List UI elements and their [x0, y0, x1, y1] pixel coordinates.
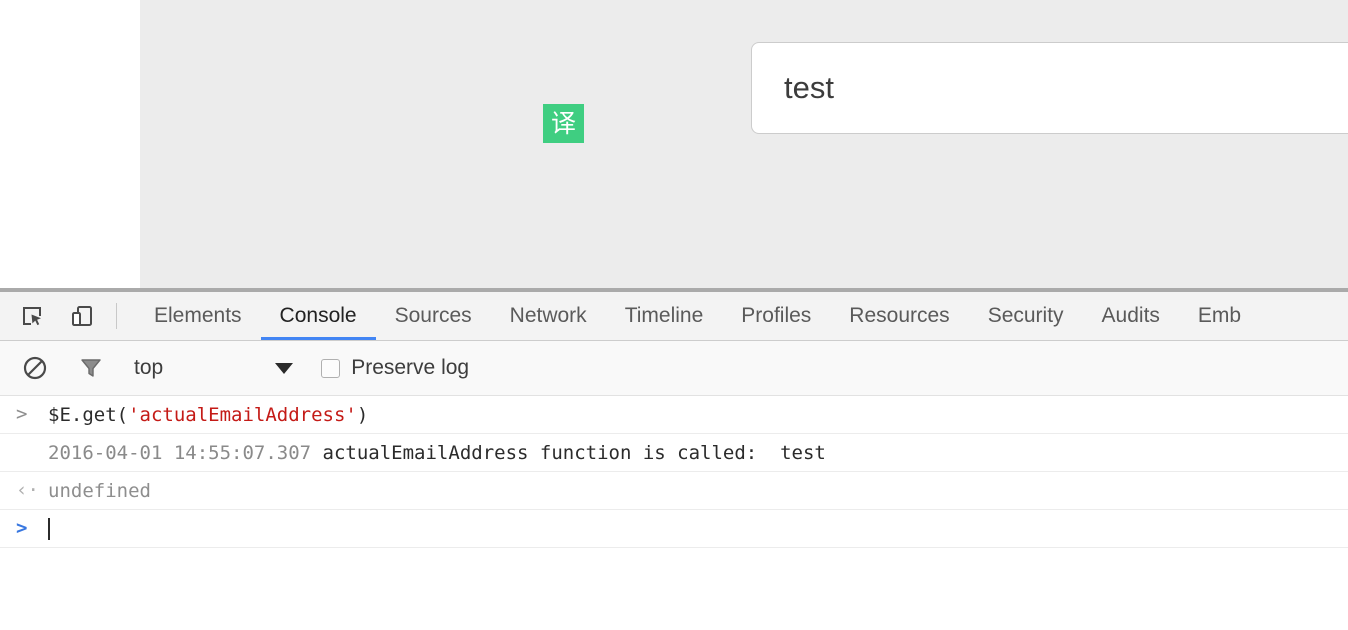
preserve-log-label: Preserve log: [351, 356, 469, 380]
email-text-input[interactable]: [751, 42, 1348, 134]
tab-elements[interactable]: Elements: [135, 292, 261, 340]
console-message-list: > $E.get('actualEmailAddress') 2016-04-0…: [0, 396, 1348, 548]
console-input-arrow-icon: >: [16, 405, 48, 424]
page-left-white-pane: [0, 0, 140, 288]
preserve-log-toggle[interactable]: Preserve log: [321, 356, 469, 380]
tab-sources[interactable]: Sources: [376, 292, 491, 340]
tab-profiles[interactable]: Profiles: [722, 292, 830, 340]
inspect-element-icon[interactable]: [14, 292, 50, 340]
page-content-panel: ) 译: [140, 0, 1348, 288]
console-result-value: undefined: [48, 480, 151, 502]
tab-emulation[interactable]: Emb: [1179, 292, 1260, 340]
translate-badge-icon[interactable]: 译: [543, 104, 584, 143]
console-output-arrow-icon: ‹·: [16, 481, 48, 500]
tab-resources[interactable]: Resources: [830, 292, 968, 340]
web-page-area: ) 译: [0, 0, 1348, 288]
device-toolbar-icon[interactable]: [64, 292, 100, 340]
toolbar-divider: [116, 303, 117, 329]
chevron-down-icon[interactable]: [275, 363, 293, 374]
console-input-expression: $E.get('actualEmailAddress'): [48, 404, 368, 426]
console-row-log[interactable]: 2016-04-01 14:55:07.307 actualEmailAddre…: [0, 434, 1348, 472]
console-filter-toolbar: top Preserve log: [0, 341, 1348, 396]
preserve-log-checkbox[interactable]: [321, 359, 340, 378]
console-text-caret: [48, 518, 50, 540]
console-row-input[interactable]: > $E.get('actualEmailAddress'): [0, 396, 1348, 434]
tab-network[interactable]: Network: [491, 292, 606, 340]
filter-funnel-icon[interactable]: [74, 351, 108, 385]
text-input-wrapper: [751, 42, 1348, 134]
devtools-tabstrip: Elements Console Sources Network Timelin…: [0, 292, 1348, 341]
console-context-selector[interactable]: top: [134, 356, 163, 380]
devtools-panel: Elements Console Sources Network Timelin…: [0, 288, 1348, 630]
clear-console-icon[interactable]: [18, 351, 52, 385]
console-prompt-arrow-icon: >: [16, 519, 48, 538]
tab-audits[interactable]: Audits: [1083, 292, 1179, 340]
console-row-result[interactable]: ‹· undefined: [0, 472, 1348, 510]
tab-timeline[interactable]: Timeline: [606, 292, 723, 340]
console-row-prompt[interactable]: >: [0, 510, 1348, 548]
tab-console[interactable]: Console: [261, 292, 376, 340]
tab-security[interactable]: Security: [969, 292, 1083, 340]
console-log-message: 2016-04-01 14:55:07.307 actualEmailAddre…: [48, 442, 826, 464]
